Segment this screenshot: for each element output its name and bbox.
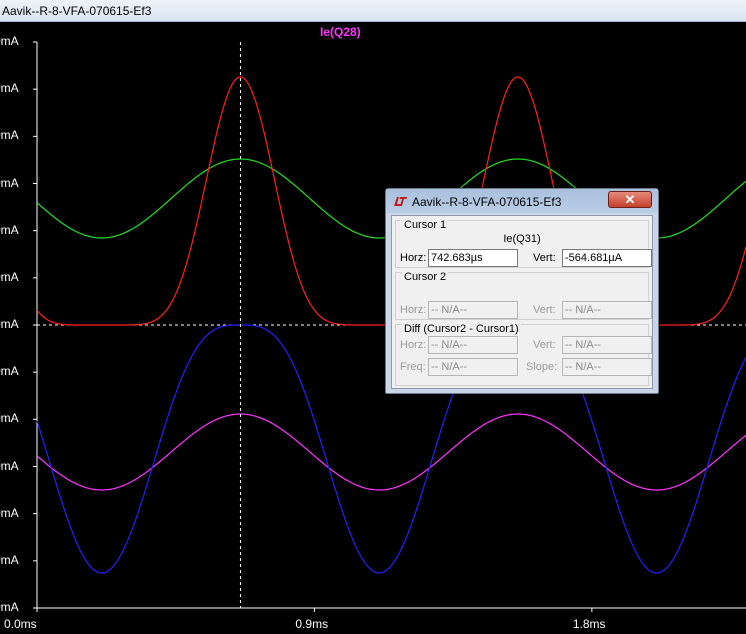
cursor1-group: Cursor 1 Ie(Q31) Horz: 742.683µs Vert: -… xyxy=(395,219,652,268)
dialog-body: Cursor 1 Ie(Q31) Horz: 742.683µs Vert: -… xyxy=(391,215,653,389)
y-tick-label: 0mA xyxy=(0,222,19,237)
y-tick-label: 0mA xyxy=(0,269,19,284)
diff-freq-field: -- N/A-- xyxy=(428,358,518,376)
diff-vert-label: Vert: xyxy=(533,339,556,351)
y-tick-label: 0mA xyxy=(0,128,19,143)
cursor1-vert-field[interactable]: -564.681µA xyxy=(562,249,652,267)
dialog-title-bar[interactable]: Aavik--R-8-VFA-070615-Ef3 ✕ xyxy=(386,189,658,213)
dialog-title: Aavik--R-8-VFA-070615-Ef3 xyxy=(412,195,562,209)
diff-horz-field: -- N/A-- xyxy=(428,336,518,354)
x-tick-label: 0.0ms xyxy=(4,617,37,631)
close-icon: ✕ xyxy=(624,192,636,207)
diff-slope-field: -- N/A-- xyxy=(562,358,652,376)
ltspice-logo-icon xyxy=(394,197,407,206)
cursor2-group-title: Cursor 2 xyxy=(402,271,449,283)
y-tick-label: 0mA xyxy=(0,600,19,614)
cursor2-group: Cursor 2 Horz: -- N/A-- Vert: -- N/A-- xyxy=(395,271,652,320)
x-tick-label: 0.9ms xyxy=(295,617,329,631)
cursor1-horz-label: Horz: xyxy=(400,252,427,264)
cursor1-horz-field[interactable]: 742.683µs xyxy=(428,249,518,267)
cursor2-horz-field: -- N/A-- xyxy=(428,301,518,319)
diff-horz-label: Horz: xyxy=(400,339,427,351)
diff-vert-field: -- N/A-- xyxy=(562,336,652,354)
cursor2-vert-field: -- N/A-- xyxy=(562,301,652,319)
trace-label[interactable]: Ie(Q28) xyxy=(320,25,361,39)
y-tick-label: 0mA xyxy=(0,81,19,96)
y-tick-label: 0mA xyxy=(0,505,19,520)
y-tick-label: 0mA xyxy=(0,364,19,379)
cursor1-vert-label: Vert: xyxy=(533,252,556,264)
cursor2-horz-label: Horz: xyxy=(400,304,427,316)
diff-freq-label: Freq: xyxy=(400,361,426,373)
y-tick-label: 0mA xyxy=(0,458,19,473)
x-tick-label: 1.8ms xyxy=(572,617,606,631)
diff-slope-label: Slope: xyxy=(526,361,558,373)
cursor1-group-title: Cursor 1 xyxy=(402,219,449,231)
cursor2-vert-label: Vert: xyxy=(533,304,556,316)
diff-group: Diff (Cursor2 - Cursor1) Horz: -- N/A-- … xyxy=(395,323,652,386)
cursor-dialog[interactable]: Aavik--R-8-VFA-070615-Ef3 ✕ Cursor 1 Ie(… xyxy=(385,188,659,394)
cursor1-trace-name: Ie(Q31) xyxy=(503,233,541,245)
y-tick-label: 0mA xyxy=(0,175,19,190)
diff-group-title: Diff (Cursor2 - Cursor1) xyxy=(402,323,521,335)
y-tick-label: 0mA xyxy=(0,411,19,426)
y-tick-label: 0mA xyxy=(0,552,19,567)
y-tick-label: 0mA xyxy=(0,317,19,331)
series-magenta-line xyxy=(36,413,746,491)
y-tick-label: 0mA xyxy=(0,34,19,48)
close-button[interactable]: ✕ xyxy=(608,191,652,208)
